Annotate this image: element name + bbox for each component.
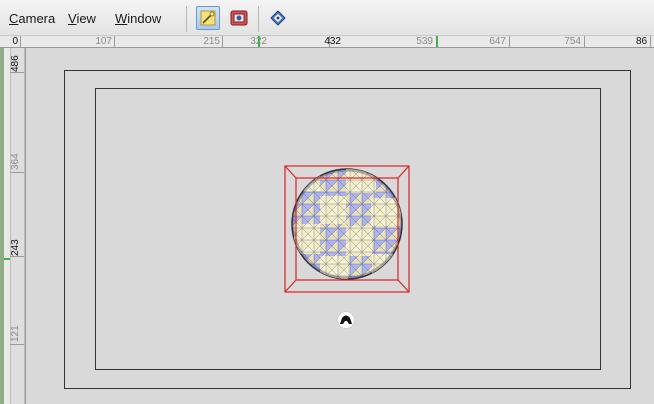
ruler-tick bbox=[509, 36, 510, 47]
ruler-marker bbox=[4, 258, 10, 260]
ruler-tick bbox=[114, 36, 115, 47]
menu-bar: Camera View Window bbox=[0, 0, 654, 36]
horizontal-ruler[interactable]: 0 107 215 322 432 539 647 754 86 bbox=[0, 36, 654, 48]
toolbar-separator bbox=[186, 6, 187, 32]
ruler-tick bbox=[10, 72, 24, 73]
select-move-tool-button[interactable] bbox=[196, 6, 220, 30]
ruler-label-0: 0 bbox=[12, 36, 18, 47]
ruler-tick bbox=[10, 344, 24, 345]
ruler-tick bbox=[10, 256, 24, 257]
diamond-nav-icon bbox=[270, 10, 286, 26]
ruler-label-432: 432 bbox=[324, 36, 341, 47]
ruler-tick bbox=[20, 36, 21, 47]
ruler-label-486: 486 bbox=[10, 55, 21, 72]
toolbar-separator-2 bbox=[258, 6, 259, 32]
ruler-label-754: 754 bbox=[564, 36, 581, 47]
ruler-label-647: 647 bbox=[489, 36, 506, 47]
menu-camera[interactable]: Camera bbox=[9, 11, 55, 26]
ruler-label-322: 322 bbox=[239, 36, 267, 47]
scene-canvas bbox=[284, 165, 410, 329]
menu-window-label: Window bbox=[115, 11, 162, 26]
menu-view[interactable]: View bbox=[68, 11, 96, 26]
ruler-tick bbox=[10, 172, 24, 173]
sphere-mesh[interactable] bbox=[291, 168, 403, 282]
ruler-label-86: 86 bbox=[636, 36, 648, 47]
vertical-ruler[interactable]: 486 364 243 121 bbox=[0, 48, 26, 404]
light-icon[interactable] bbox=[337, 311, 355, 329]
menu-window[interactable]: Window bbox=[115, 11, 161, 26]
ruler-label-243: 243 bbox=[10, 239, 21, 256]
ruler-green-strip bbox=[0, 48, 4, 404]
ruler-tick bbox=[584, 36, 585, 47]
menu-view-label: View bbox=[68, 11, 96, 26]
render-icon bbox=[230, 10, 248, 26]
render-tool-button[interactable] bbox=[226, 6, 250, 30]
navigate-tool-button[interactable] bbox=[266, 6, 290, 30]
ruler-marker-right bbox=[436, 36, 438, 47]
wand-icon bbox=[200, 10, 216, 26]
ruler-label-364: 364 bbox=[10, 153, 21, 170]
menu-camera-label: Camera bbox=[9, 11, 56, 26]
ruler-label-107: 107 bbox=[95, 36, 112, 47]
ruler-marker-left bbox=[258, 36, 260, 47]
ruler-tick bbox=[222, 36, 223, 47]
ruler-label-215: 215 bbox=[203, 36, 220, 47]
ruler-column bbox=[10, 48, 25, 404]
ruler-label-539: 539 bbox=[416, 36, 433, 47]
scene-viewport[interactable] bbox=[26, 48, 654, 404]
ruler-label-121: 121 bbox=[10, 325, 21, 342]
